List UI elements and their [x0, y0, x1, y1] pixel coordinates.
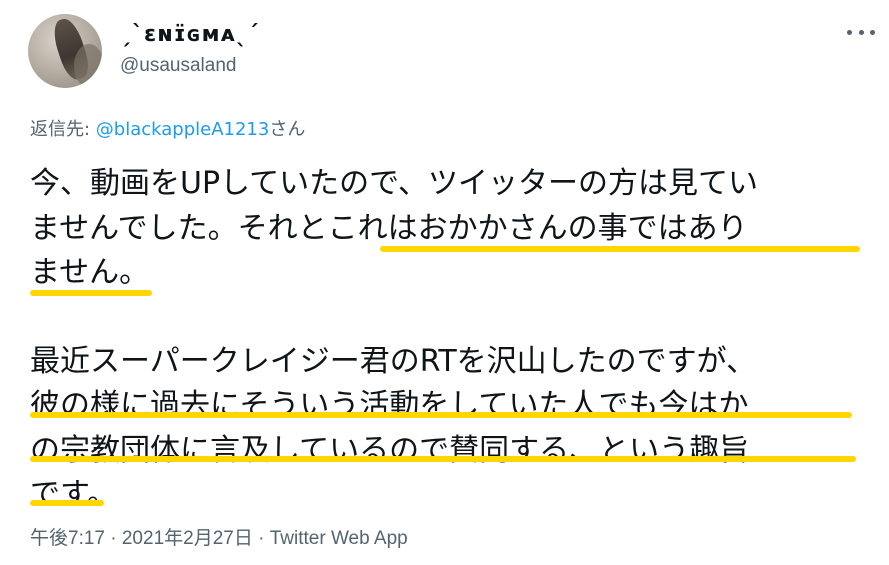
body-line: 彼の様に過去にそういう活動をしていた人でも今はか: [30, 388, 749, 423]
dot: [847, 29, 852, 35]
dot: [858, 29, 864, 35]
reply-suffix: さん: [269, 119, 306, 140]
user-handle[interactable]: @usausaland: [120, 55, 236, 77]
highlight-underline: [30, 500, 104, 506]
body-line: ませんでした。それとこれはおかかさんの事ではあり: [30, 207, 870, 252]
highlight-underline: [30, 412, 852, 418]
avatar[interactable]: [28, 14, 102, 88]
tweet-card: ˏˋɛɴɪ̈ɢᴍᴀˎˊ @usausaland 返信先: @blackapple…: [0, 0, 889, 565]
body-line: 今、動画をUPしていたので、ツイッターの方は見てい: [30, 166, 758, 201]
body-line: です。: [30, 477, 117, 512]
body-line-text: ません。: [30, 255, 150, 290]
more-horizontal-icon[interactable]: [847, 24, 875, 40]
body-line: ません。: [30, 251, 870, 296]
tweet-timestamp[interactable]: 午後7:17 · 2021年2月27日 · Twitter Web App: [30, 523, 408, 550]
highlight-underline: [30, 290, 152, 296]
highlight-underline: [30, 456, 856, 462]
highlight-underline: [380, 246, 860, 252]
reply-to-line: 返信先: @blackappleA1213さん: [30, 115, 305, 141]
avatar-shadow: [74, 44, 102, 88]
reply-prefix: 返信先:: [30, 119, 96, 140]
reply-mention-link[interactable]: @blackappleA1213: [96, 119, 270, 140]
tweet-body: 今、動画をUPしていたので、ツイッターの方は見てい ませんでした。それとこれはお…: [30, 162, 870, 518]
body-line-text: ませんでした。それとこれはおかかさんの事ではあり: [30, 210, 748, 246]
dot: [870, 29, 875, 35]
body-line: の宗教団体に言及しているので賛同する、という趣旨: [30, 432, 750, 468]
body-line: 最近スーパークレイジー君のRTを沢山したのですが、: [30, 343, 757, 379]
display-name[interactable]: ˏˋɛɴɪ̈ɢᴍᴀˎˊ: [120, 22, 260, 47]
